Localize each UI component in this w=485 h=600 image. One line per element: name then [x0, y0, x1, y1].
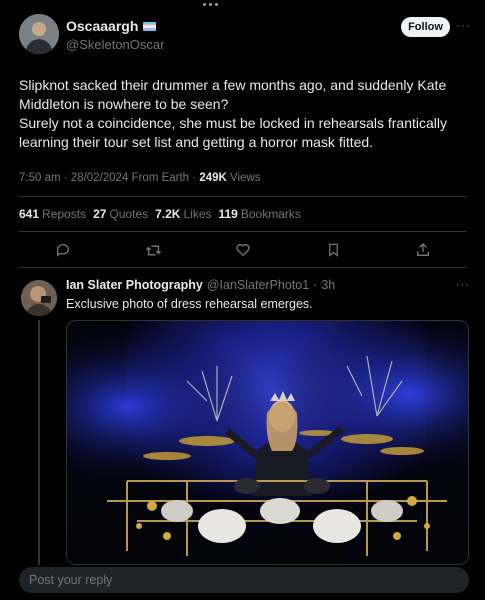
bookmark-icon[interactable] — [323, 240, 343, 260]
drummer-photo-illustration — [67, 321, 468, 564]
tweet-meta: 7:50 am · 28/02/2024 From Earth · 249K V… — [19, 172, 261, 184]
tweet-time[interactable]: 7:50 am — [19, 172, 61, 184]
like-icon[interactable] — [233, 240, 253, 260]
action-bar — [0, 240, 485, 262]
reply-age[interactable]: 3h — [321, 278, 335, 292]
author-name-text[interactable]: Oscaaargh — [66, 18, 138, 34]
share-icon[interactable] — [413, 240, 433, 260]
reply-input[interactable] — [19, 567, 469, 593]
stat-likes-count: 7.2K — [155, 207, 181, 221]
tweet-text-line-2: Surely not a coincidence, she must be lo… — [19, 115, 447, 150]
stat-bookmarks[interactable]: 119 Bookmarks — [219, 207, 301, 221]
reply-text: Exclusive photo of dress rehearsal emerg… — [66, 297, 313, 311]
reply-composer[interactable] — [19, 567, 469, 593]
author-handle[interactable]: @SkeletonOscar — [66, 37, 164, 52]
reply-author-name[interactable]: Ian Slater Photography — [66, 278, 203, 292]
reply-author-handle[interactable]: @IanSlaterPhoto1 — [207, 278, 309, 292]
stat-bookmarks-count: 119 — [218, 207, 238, 221]
follow-button[interactable]: Follow — [401, 17, 450, 37]
sheet-grabber[interactable] — [200, 3, 220, 9]
author-avatar[interactable] — [19, 14, 59, 54]
stat-reposts[interactable]: 641 Reposts — [19, 207, 86, 221]
stat-quotes[interactable]: 27 Quotes — [93, 207, 148, 221]
reply-icon[interactable] — [53, 240, 73, 260]
divider — [19, 196, 467, 197]
views-label: Views — [230, 172, 261, 184]
divider — [19, 267, 467, 268]
reply-photo[interactable] — [66, 320, 469, 565]
stat-reposts-count: 641 — [19, 207, 40, 221]
reply-author-avatar[interactable] — [21, 280, 57, 316]
stat-bookmarks-label: Bookmarks — [240, 207, 301, 221]
tweet-text-line-1: Slipknot sacked their drummer a few mont… — [19, 77, 447, 112]
engagement-stats: 641 Reposts 27 Quotes 7.2K Likes 119 Bookmar… — [19, 207, 301, 221]
views-count: 249K — [199, 172, 227, 184]
repost-icon[interactable] — [143, 240, 163, 260]
author-name[interactable]: Oscaaargh — [66, 18, 157, 34]
reply-more-options-icon[interactable]: ··· — [456, 279, 470, 291]
trans-flag-icon — [143, 21, 157, 31]
tweet-source: From Earth — [131, 172, 190, 184]
thread-line — [38, 320, 40, 565]
reply-header: Ian Slater Photography @IanSlaterPhoto1 … — [66, 278, 335, 292]
stat-likes[interactable]: 7.2K Likes — [155, 207, 211, 221]
tweet-date[interactable]: 28/02/2024 — [71, 172, 129, 184]
stat-quotes-label: Quotes — [109, 207, 149, 221]
stat-reposts-label: Reposts — [42, 207, 87, 221]
more-options-icon[interactable]: ··· — [456, 18, 471, 32]
divider — [19, 231, 467, 232]
stat-quotes-count: 27 — [93, 207, 107, 221]
reply-separator: · — [313, 278, 318, 292]
tweet-text: Slipknot sacked their drummer a few mont… — [19, 76, 464, 152]
stat-likes-label: Likes — [183, 207, 212, 221]
